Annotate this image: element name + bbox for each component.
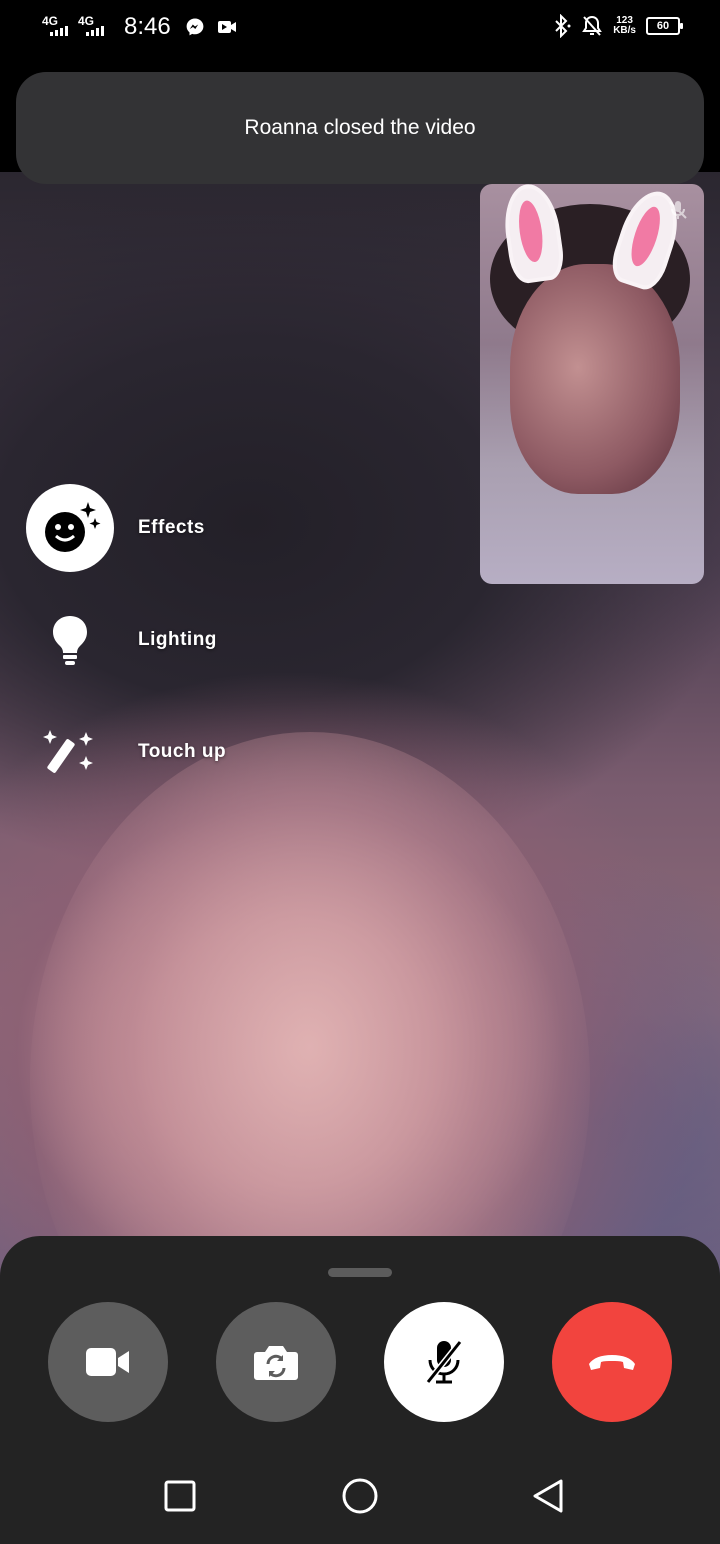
- phone-hangup-icon: [589, 1355, 635, 1370]
- system-nav-bar: [0, 1446, 720, 1544]
- recents-button[interactable]: [160, 1476, 200, 1516]
- touch-up-menu-item[interactable]: Touch up: [26, 708, 226, 796]
- video-call-screen: 4G 4G 8:46 123 KB/s 60 Roanna closed the…: [0, 0, 720, 1544]
- video-camera-icon: [217, 21, 236, 33]
- microphone-off-icon: [669, 201, 687, 219]
- end-call-button[interactable]: [552, 1302, 672, 1422]
- status-right: 123 KB/s 60: [553, 14, 683, 38]
- effects-menu-item[interactable]: Effects: [26, 484, 205, 572]
- signal-2-icon: 4G: [78, 12, 110, 42]
- toast-notification: Roanna closed the video: [16, 72, 704, 184]
- effects-label: Effects: [138, 517, 205, 538]
- flip-camera-button[interactable]: [216, 1302, 336, 1422]
- signal-1-icon: 4G: [42, 12, 74, 42]
- camera-flip-icon: [254, 1346, 298, 1380]
- self-view-video[interactable]: [480, 184, 704, 584]
- magic-wand-icon: [26, 708, 114, 796]
- toast-message: Roanna closed the video: [244, 116, 476, 139]
- sparkle-face-icon: [26, 484, 114, 572]
- lighting-menu-item[interactable]: Lighting: [26, 596, 217, 684]
- back-button[interactable]: [528, 1476, 568, 1516]
- microphone-off-icon: [425, 1340, 463, 1384]
- network-speed: 123 KB/s: [613, 16, 636, 36]
- home-circle-icon: [342, 1478, 378, 1514]
- touch-up-label: Touch up: [138, 741, 227, 762]
- recents-square-icon: [164, 1480, 196, 1512]
- status-left: 4G 4G 8:46: [42, 12, 249, 42]
- speed-unit: KB/s: [613, 25, 636, 36]
- sheet-drag-handle[interactable]: [328, 1268, 392, 1277]
- lighting-label: Lighting: [138, 629, 217, 650]
- video-camera-icon: [86, 1348, 129, 1376]
- lightbulb-icon: [26, 596, 114, 684]
- mute-button[interactable]: [384, 1302, 504, 1422]
- self-view-face: [510, 264, 680, 494]
- back-triangle-icon: [533, 1479, 563, 1513]
- battery-icon: 60: [646, 17, 683, 35]
- do-not-disturb-icon: [582, 15, 603, 36]
- home-button[interactable]: [340, 1476, 380, 1516]
- battery-level: 60: [656, 20, 670, 32]
- messenger-icon: [186, 18, 204, 36]
- bluetooth-icon: [555, 14, 571, 38]
- camera-toggle-button[interactable]: [48, 1302, 168, 1422]
- clock: 8:46: [124, 13, 171, 40]
- call-controls-sheet: [0, 1236, 720, 1446]
- status-bar: 4G 4G 8:46 123 KB/s 60: [0, 0, 720, 60]
